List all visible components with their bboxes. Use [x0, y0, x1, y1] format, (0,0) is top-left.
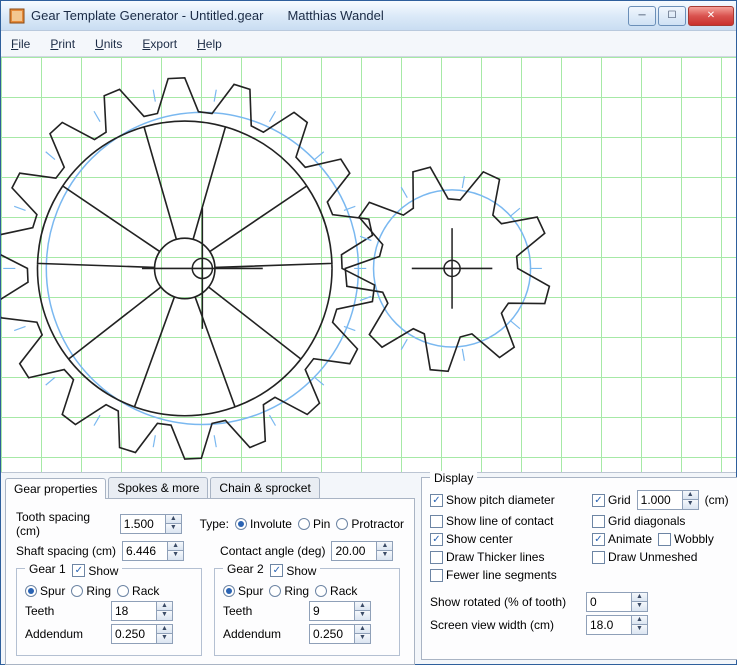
gear1-spur-radio[interactable]: Spur — [25, 584, 65, 598]
gear2-teeth-input[interactable]: ▲▼ — [309, 601, 371, 621]
tooth-spacing-label: Tooth spacing (cm) — [16, 510, 114, 538]
show-rotated-input[interactable]: ▲▼ — [586, 592, 648, 612]
gear1-legend: Gear 1 — [29, 562, 66, 576]
gear2-addendum-label: Addendum — [223, 627, 303, 641]
menu-file[interactable]: File — [11, 37, 30, 51]
gear1-addendum-label: Addendum — [25, 627, 105, 641]
gear2-outline — [345, 167, 549, 371]
menu-units[interactable]: Units — [95, 37, 122, 51]
show-center-check[interactable]: ✓Show center — [430, 532, 580, 546]
tab-chain-sprocket[interactable]: Chain & sprocket — [210, 477, 319, 498]
gear2-show-check[interactable]: ✓Show — [270, 564, 316, 578]
close-button[interactable]: ✕ — [688, 6, 734, 26]
gear1-show-check[interactable]: ✓Show — [72, 564, 118, 578]
menu-help[interactable]: Help — [197, 37, 222, 51]
type-involute-radio[interactable]: Involute — [235, 517, 292, 531]
gear2-rack-radio[interactable]: Rack — [315, 584, 357, 598]
wobbly-check[interactable]: Wobbly — [658, 532, 714, 546]
screen-width-label: Screen view width (cm) — [430, 618, 580, 632]
app-icon — [9, 8, 25, 24]
grid-diagonals-check[interactable]: Grid diagonals — [592, 514, 729, 528]
screen-width-input[interactable]: ▲▼ — [586, 615, 648, 635]
contact-angle-label: Contact angle (deg) — [220, 544, 325, 558]
gear-drawing — [1, 57, 736, 472]
thicker-lines-check[interactable]: Draw Thicker lines — [430, 550, 580, 564]
show-pitch-check[interactable]: ✓Show pitch diameter — [430, 490, 580, 510]
menu-print[interactable]: Print — [50, 37, 75, 51]
property-tabs: Gear properties Spokes & more Chain & sp… — [5, 477, 415, 498]
contact-angle-input[interactable]: ▲▼ — [331, 541, 393, 561]
gear2-group: Gear 2 ✓Show Spur Ring Rack Teeth ▲▼ Add… — [214, 568, 400, 656]
grid-unit-label: (cm) — [705, 493, 729, 507]
gear2-ring-radio[interactable]: Ring — [269, 584, 309, 598]
gear1-teeth-input[interactable]: ▲▼ — [111, 601, 173, 621]
grid-check[interactable]: ✓Grid — [592, 493, 631, 507]
gear2-legend: Gear 2 — [227, 562, 264, 576]
tab-spokes-more[interactable]: Spokes & more — [108, 477, 208, 498]
menubar: File Print Units Export Help — [1, 31, 736, 57]
shaft-spacing-input[interactable]: ▲▼ — [122, 541, 184, 561]
tab-gear-properties[interactable]: Gear properties — [5, 478, 106, 499]
tooth-spacing-input[interactable]: ▲▼ — [120, 514, 182, 534]
gear2-center-cross — [412, 228, 493, 309]
grid-size-input[interactable]: ▲▼ — [637, 490, 699, 510]
minimize-button[interactable]: ─ — [628, 6, 656, 26]
window-title: Gear Template Generator - Untitled.gear — [31, 8, 263, 23]
show-contact-check[interactable]: Show line of contact — [430, 514, 580, 528]
fewer-segments-check[interactable]: Fewer line segments — [430, 568, 580, 582]
gear2-spur-radio[interactable]: Spur — [223, 584, 263, 598]
gear1-rack-radio[interactable]: Rack — [117, 584, 159, 598]
gear2-addendum-input[interactable]: ▲▼ — [309, 624, 371, 644]
titlebar: Gear Template Generator - Untitled.gear … — [1, 1, 736, 31]
animate-check[interactable]: ✓Animate — [592, 532, 652, 546]
window-buttons: ─ ☐ ✕ — [626, 6, 734, 26]
gear1-center-cross — [142, 208, 263, 329]
menu-export[interactable]: Export — [142, 37, 177, 51]
gear2-teeth-label: Teeth — [223, 604, 303, 618]
gear1-addendum-input[interactable]: ▲▼ — [111, 624, 173, 644]
gear-canvas[interactable] — [1, 57, 736, 472]
type-pin-radio[interactable]: Pin — [298, 517, 330, 531]
draw-unmeshed-check[interactable]: Draw Unmeshed — [592, 550, 729, 564]
window-author: Matthias Wandel — [287, 8, 383, 23]
gear1-ring-radio[interactable]: Ring — [71, 584, 111, 598]
shaft-spacing-label: Shaft spacing (cm) — [16, 544, 116, 558]
display-legend: Display — [430, 471, 477, 485]
display-panel: Display ✓Show pitch diameter ✓Grid ▲▼ (c… — [421, 477, 737, 660]
type-protractor-radio[interactable]: Protractor — [336, 517, 404, 531]
type-label: Type: — [200, 517, 229, 531]
app-window: Gear Template Generator - Untitled.gear … — [0, 0, 737, 665]
gear1-teeth-label: Teeth — [25, 604, 105, 618]
gear-properties-panel: Tooth spacing (cm) ▲▼ Type: Involute Pin… — [5, 498, 415, 665]
gear1-group: Gear 1 ✓Show Spur Ring Rack Teeth ▲▼ Add… — [16, 568, 202, 656]
maximize-button[interactable]: ☐ — [658, 6, 686, 26]
bottom-panel: Gear properties Spokes & more Chain & sp… — [1, 472, 736, 664]
show-rotated-label: Show rotated (% of tooth) — [430, 595, 580, 609]
